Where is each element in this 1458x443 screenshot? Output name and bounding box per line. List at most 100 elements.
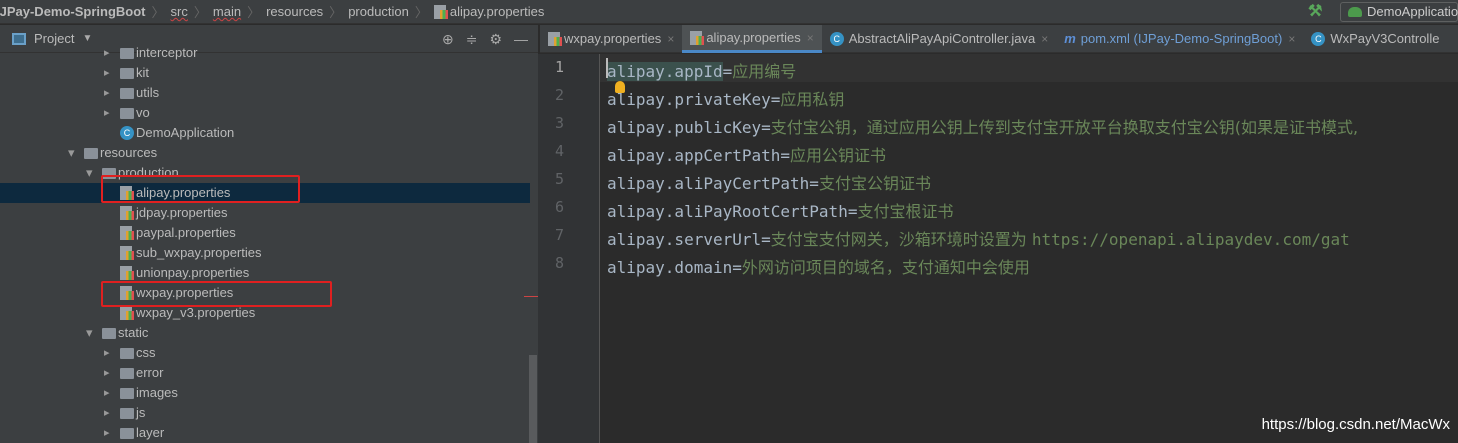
property-value: 外网访问项目的域名，支付通知中会使用 bbox=[741, 258, 1030, 277]
property-key: alipay.appId bbox=[607, 62, 723, 81]
chevron-right-icon[interactable]: ▸ bbox=[104, 383, 110, 403]
chevron-right-icon[interactable]: ▸ bbox=[104, 423, 110, 443]
tree-item[interactable]: ▸ vo bbox=[0, 103, 530, 123]
spring-class-icon: C bbox=[120, 126, 134, 140]
line-number: 1 bbox=[554, 58, 564, 76]
close-icon[interactable]: × bbox=[1288, 25, 1295, 53]
property-value: 应用公钥证书 bbox=[790, 146, 887, 165]
chevron-right-icon[interactable]: ▸ bbox=[104, 403, 110, 423]
chevron-right-icon[interactable]: ▸ bbox=[104, 363, 110, 383]
breadcrumb-main[interactable]: main bbox=[213, 4, 241, 19]
line-number: 5 bbox=[554, 170, 564, 188]
tree-item[interactable]: unionpay.properties bbox=[0, 263, 530, 283]
tree-item[interactable]: ▸ images bbox=[0, 383, 530, 403]
property-key: alipay.aliPayRootCertPath bbox=[607, 202, 848, 221]
line-number: 8 bbox=[554, 254, 564, 272]
line-number: 7 bbox=[554, 226, 564, 244]
chevron-down-icon[interactable]: ▾ bbox=[86, 323, 93, 343]
tree-item-label: static bbox=[118, 325, 149, 340]
chevron-right-icon[interactable]: ▸ bbox=[104, 83, 110, 103]
breadcrumb-file[interactable]: alipay.properties bbox=[450, 4, 544, 19]
property-key: alipay.appCertPath bbox=[607, 146, 781, 165]
tree-item-label: jdpay.properties bbox=[136, 205, 228, 220]
tab-label: AbstractAliPayApiController.java bbox=[848, 31, 1036, 46]
folder-icon bbox=[120, 108, 134, 119]
breadcrumb-src[interactable]: src bbox=[171, 4, 188, 19]
build-hammer-icon[interactable]: ⚒ bbox=[1308, 1, 1322, 21]
line-number: 3 bbox=[554, 114, 564, 132]
tree-item-label: css bbox=[136, 345, 156, 360]
chevron-right-icon[interactable]: ▸ bbox=[104, 343, 110, 363]
tree-item[interactable]: ▾ static bbox=[0, 323, 530, 343]
code-line: alipay.serverUrl=支付宝支付网关，沙箱环境时设置为 https:… bbox=[607, 230, 1350, 249]
code-line: alipay.privateKey=应用私钥 bbox=[607, 90, 845, 109]
highlight-box-wxpay bbox=[101, 281, 332, 307]
tree-item-label: paypal.properties bbox=[136, 225, 236, 240]
navigation-bar: IJPay-Demo-SpringBoot 〉 src 〉 main 〉 resour… bbox=[0, 0, 1458, 24]
tab-wxpay-properties[interactable]: wxpay.properties × bbox=[540, 25, 682, 53]
property-value: 支付宝公钥，通过应用公钥上传到支付宝开放平台换取支付宝公钥(如果是证书模式, bbox=[770, 118, 1359, 137]
line-number: 4 bbox=[554, 142, 564, 160]
property-key: alipay.aliPayCertPath bbox=[607, 174, 810, 193]
folder-icon bbox=[120, 388, 134, 399]
tab-alipay-properties[interactable]: alipay.properties × bbox=[682, 24, 822, 53]
breadcrumb-resources[interactable]: resources bbox=[266, 4, 323, 19]
tree-item[interactable]: sub_wxpay.properties bbox=[0, 243, 530, 263]
folder-icon bbox=[120, 348, 134, 359]
project-panel: Project ▼ ⊕ ≑ ⚙ — ▸ interceptor ▸ kit ▸ utils… bbox=[0, 25, 538, 443]
folder-icon bbox=[102, 328, 116, 339]
properties-file-icon bbox=[690, 30, 705, 45]
tab-wxpayv3controlle[interactable]: C WxPayV3Controlle bbox=[1303, 25, 1447, 53]
properties-file-icon bbox=[120, 206, 134, 220]
line-number: 2 bbox=[554, 86, 564, 104]
folder-icon bbox=[120, 408, 134, 419]
tab-abstractalipayapicontroller-java[interactable]: C AbstractAliPayApiController.java × bbox=[822, 25, 1056, 53]
properties-file-icon bbox=[120, 306, 134, 320]
chevron-right-icon[interactable]: ▸ bbox=[104, 43, 110, 63]
editor-tabs: wxpay.properties × alipay.properties × C Abst… bbox=[540, 25, 1458, 53]
tree-item[interactable]: ▸ interceptor bbox=[0, 43, 530, 63]
close-icon[interactable]: × bbox=[807, 24, 814, 52]
tree-item[interactable]: jdpay.properties bbox=[0, 203, 530, 223]
tree-item[interactable]: ▸ kit bbox=[0, 63, 530, 83]
tab-label: WxPayV3Controlle bbox=[1330, 31, 1440, 46]
tree-item-label: kit bbox=[136, 65, 149, 80]
breadcrumb-project[interactable]: IJPay-Demo-SpringBoot bbox=[0, 4, 146, 19]
tree-item[interactable]: paypal.properties bbox=[0, 223, 530, 243]
tree-item[interactable]: ▸ error bbox=[0, 363, 530, 383]
chevron-down-icon[interactable]: ▾ bbox=[86, 163, 93, 183]
properties-file-icon bbox=[433, 4, 448, 19]
tab-label: pom.xml (IJPay-Demo-SpringBoot) bbox=[1080, 31, 1283, 46]
close-icon[interactable]: × bbox=[1041, 25, 1048, 53]
maven-icon: m bbox=[1064, 31, 1076, 46]
properties-file-icon bbox=[120, 266, 134, 280]
code-line: alipay.appId=应用编号 bbox=[607, 62, 797, 81]
tree-item[interactable]: ▾ resources bbox=[0, 143, 530, 163]
folder-icon bbox=[120, 368, 134, 379]
run-configuration-select[interactable]: DemoApplication bbox=[1340, 2, 1458, 22]
run-config-label: DemoApplication bbox=[1367, 4, 1458, 19]
code-line: alipay.appCertPath=应用公钥证书 bbox=[607, 146, 887, 165]
tab-pom-xml[interactable]: m pom.xml (IJPay-Demo-SpringBoot) × bbox=[1056, 25, 1303, 53]
tree-scrollbar[interactable] bbox=[529, 355, 537, 443]
properties-file-icon bbox=[120, 246, 134, 260]
close-icon[interactable]: × bbox=[667, 25, 674, 53]
tree-item[interactable]: ▸ css bbox=[0, 343, 530, 363]
folder-icon bbox=[120, 48, 134, 59]
tree-item-label: DemoApplication bbox=[136, 125, 235, 140]
tree-item-label: interceptor bbox=[136, 45, 198, 60]
tree-item[interactable]: ▸ utils bbox=[0, 83, 530, 103]
lightbulb-icon[interactable] bbox=[615, 81, 625, 93]
tree-item-label: resources bbox=[100, 145, 158, 160]
tab-label: wxpay.properties bbox=[564, 31, 662, 46]
code-line: alipay.aliPayRootCertPath=支付宝根证书 bbox=[607, 202, 954, 221]
breadcrumb-production[interactable]: production bbox=[348, 4, 409, 19]
class-icon: C bbox=[829, 32, 844, 46]
tree-item[interactable]: ▸ js bbox=[0, 403, 530, 423]
chevron-right-icon[interactable]: ▸ bbox=[104, 103, 110, 123]
tree-item[interactable]: ▸ layer bbox=[0, 423, 530, 443]
chevron-down-icon[interactable]: ▾ bbox=[68, 143, 75, 163]
chevron-right-icon[interactable]: ▸ bbox=[104, 63, 110, 83]
tree-item[interactable]: C DemoApplication bbox=[0, 123, 530, 143]
property-url: https://openapi.alipaydev.com/gat bbox=[1031, 230, 1350, 249]
